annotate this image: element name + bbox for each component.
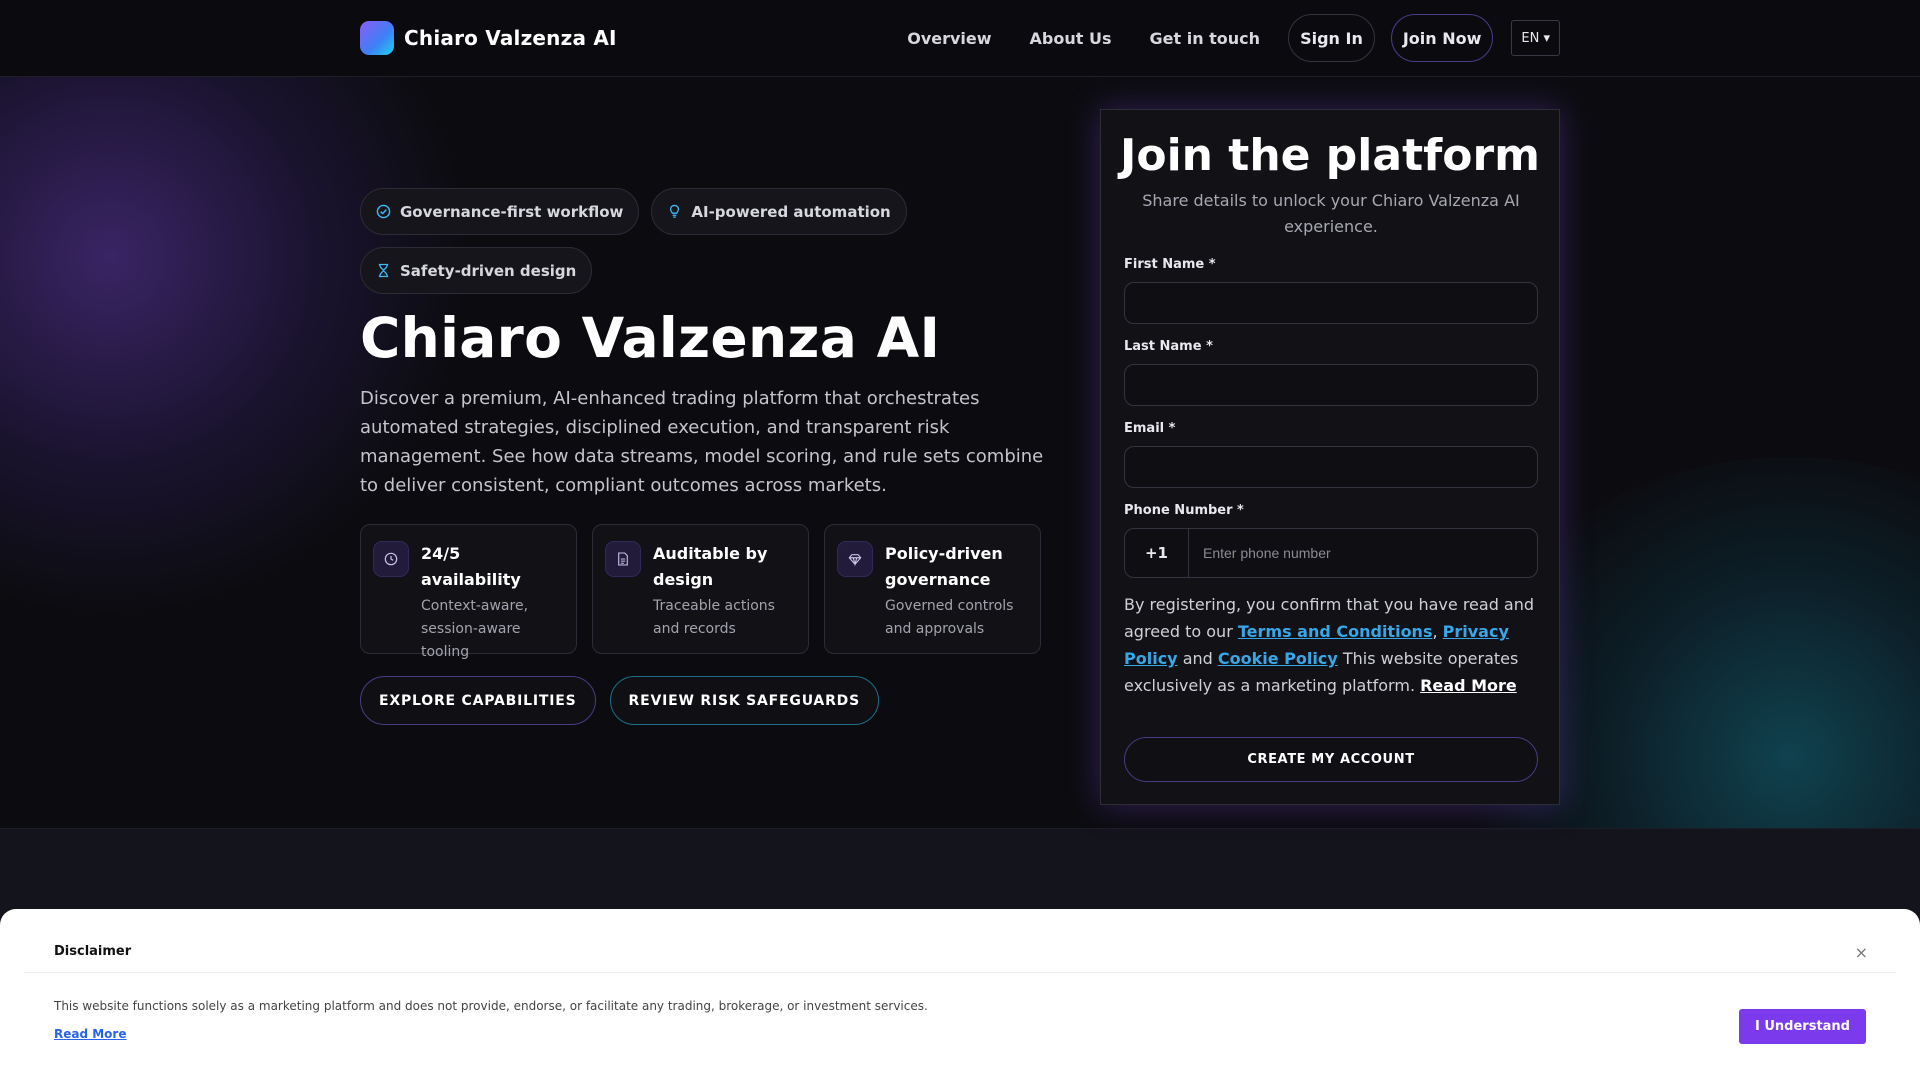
sign-in-button[interactable]: Sign In: [1288, 14, 1375, 62]
hero-title: Chiaro Valzenza AI: [360, 306, 941, 370]
consent-and: and: [1177, 649, 1218, 668]
disclaimer-read-more-link[interactable]: Read More: [54, 1027, 127, 1041]
feature-subtitle: Governed controls and approvals: [885, 598, 1014, 637]
read-more-link[interactable]: Read More: [1420, 676, 1517, 695]
feature-title: 24/5 availability: [421, 544, 521, 589]
feature-subtitle: Traceable actions and records: [653, 598, 775, 637]
badge-ai-automation: AI-powered automation: [651, 188, 907, 235]
clock-icon: [373, 541, 409, 577]
badge-label: Safety-driven design: [400, 261, 577, 280]
feature-card-auditable: Auditable by design Traceable actions an…: [592, 524, 809, 654]
feature-cards: 24/5 availability Context-aware, session…: [360, 524, 1041, 660]
nav-about-us[interactable]: About Us: [1030, 29, 1112, 48]
last-name-label: Last Name *: [1124, 339, 1213, 354]
brand-name: Chiaro Valzenza AI: [404, 26, 617, 50]
feature-subtitle: Context-aware, session-aware tooling: [421, 598, 529, 660]
hero-cta-row: EXPLORE CAPABILITIES REVIEW RISK SAFEGUA…: [360, 676, 879, 725]
join-now-button[interactable]: Join Now: [1390, 14, 1494, 62]
badge-governance: Governance-first workflow: [360, 188, 640, 235]
phone-field: +1 Enter phone number: [1124, 528, 1538, 578]
phone-input[interactable]: Enter phone number: [1189, 529, 1537, 577]
phone-label: Phone Number *: [1124, 503, 1244, 518]
main-nav: Overview About Us Get in touch Sign In J…: [907, 14, 1560, 62]
lightbulb-icon: [667, 204, 682, 219]
hero-description: Discover a premium, AI-enhanced trading …: [360, 388, 1044, 496]
language-selector[interactable]: EN ▾: [1511, 20, 1560, 56]
create-account-button[interactable]: CREATE MY ACCOUNT: [1124, 737, 1538, 782]
form-title: Join the platform: [1119, 130, 1541, 181]
consent-comma: ,: [1432, 622, 1443, 641]
terms-link[interactable]: Terms and Conditions: [1238, 622, 1433, 641]
nav-get-in-touch[interactable]: Get in touch: [1150, 29, 1261, 48]
divider: [24, 972, 1896, 973]
badge-label: AI-powered automation: [691, 202, 891, 221]
explore-capabilities-button[interactable]: EXPLORE CAPABILITIES: [360, 676, 596, 725]
check-circle-icon: [376, 204, 391, 219]
email-field[interactable]: [1124, 446, 1538, 488]
badge-safety: Safety-driven design: [360, 247, 593, 294]
last-name-field[interactable]: [1124, 364, 1538, 406]
review-risk-safeguards-button[interactable]: REVIEW RISK SAFEGUARDS: [609, 676, 879, 725]
email-label: Email *: [1124, 421, 1176, 436]
nav-overview[interactable]: Overview: [907, 29, 991, 48]
disclaimer-banner: Disclaimer × This website functions sole…: [0, 909, 1920, 1080]
close-icon[interactable]: ×: [1855, 943, 1868, 962]
feature-card-governance: Policy-driven governance Governed contro…: [824, 524, 1041, 654]
badge-label: Governance-first workflow: [400, 202, 624, 221]
feature-title: Auditable by design: [653, 544, 768, 589]
hero-badges: Governance-first workflow AI-powered aut…: [360, 188, 1050, 294]
consent-text: By registering, you confirm that you hav…: [1124, 591, 1538, 699]
first-name-field[interactable]: [1124, 282, 1538, 324]
form-subtitle: Share details to unlock your Chiaro Valz…: [1142, 191, 1520, 236]
brand[interactable]: Chiaro Valzenza AI: [360, 21, 617, 55]
i-understand-button[interactable]: I Understand: [1739, 1009, 1866, 1044]
feature-title: Policy-driven governance: [885, 544, 1003, 589]
signup-form-card: Join the platform Share details to unloc…: [1100, 109, 1560, 805]
feature-card-availability: 24/5 availability Context-aware, session…: [360, 524, 577, 660]
cookie-link[interactable]: Cookie Policy: [1218, 649, 1338, 668]
gem-icon: [837, 541, 873, 577]
first-name-label: First Name *: [1124, 257, 1216, 272]
document-icon: [605, 541, 641, 577]
site-header: Chiaro Valzenza AI Overview About Us Get…: [0, 0, 1920, 77]
phone-country-code[interactable]: +1: [1125, 529, 1189, 577]
disclaimer-text: This website functions solely as a marke…: [54, 999, 928, 1013]
disclaimer-title: Disclaimer: [54, 944, 132, 959]
hourglass-icon: [376, 263, 391, 278]
brand-logo-icon: [360, 21, 394, 55]
